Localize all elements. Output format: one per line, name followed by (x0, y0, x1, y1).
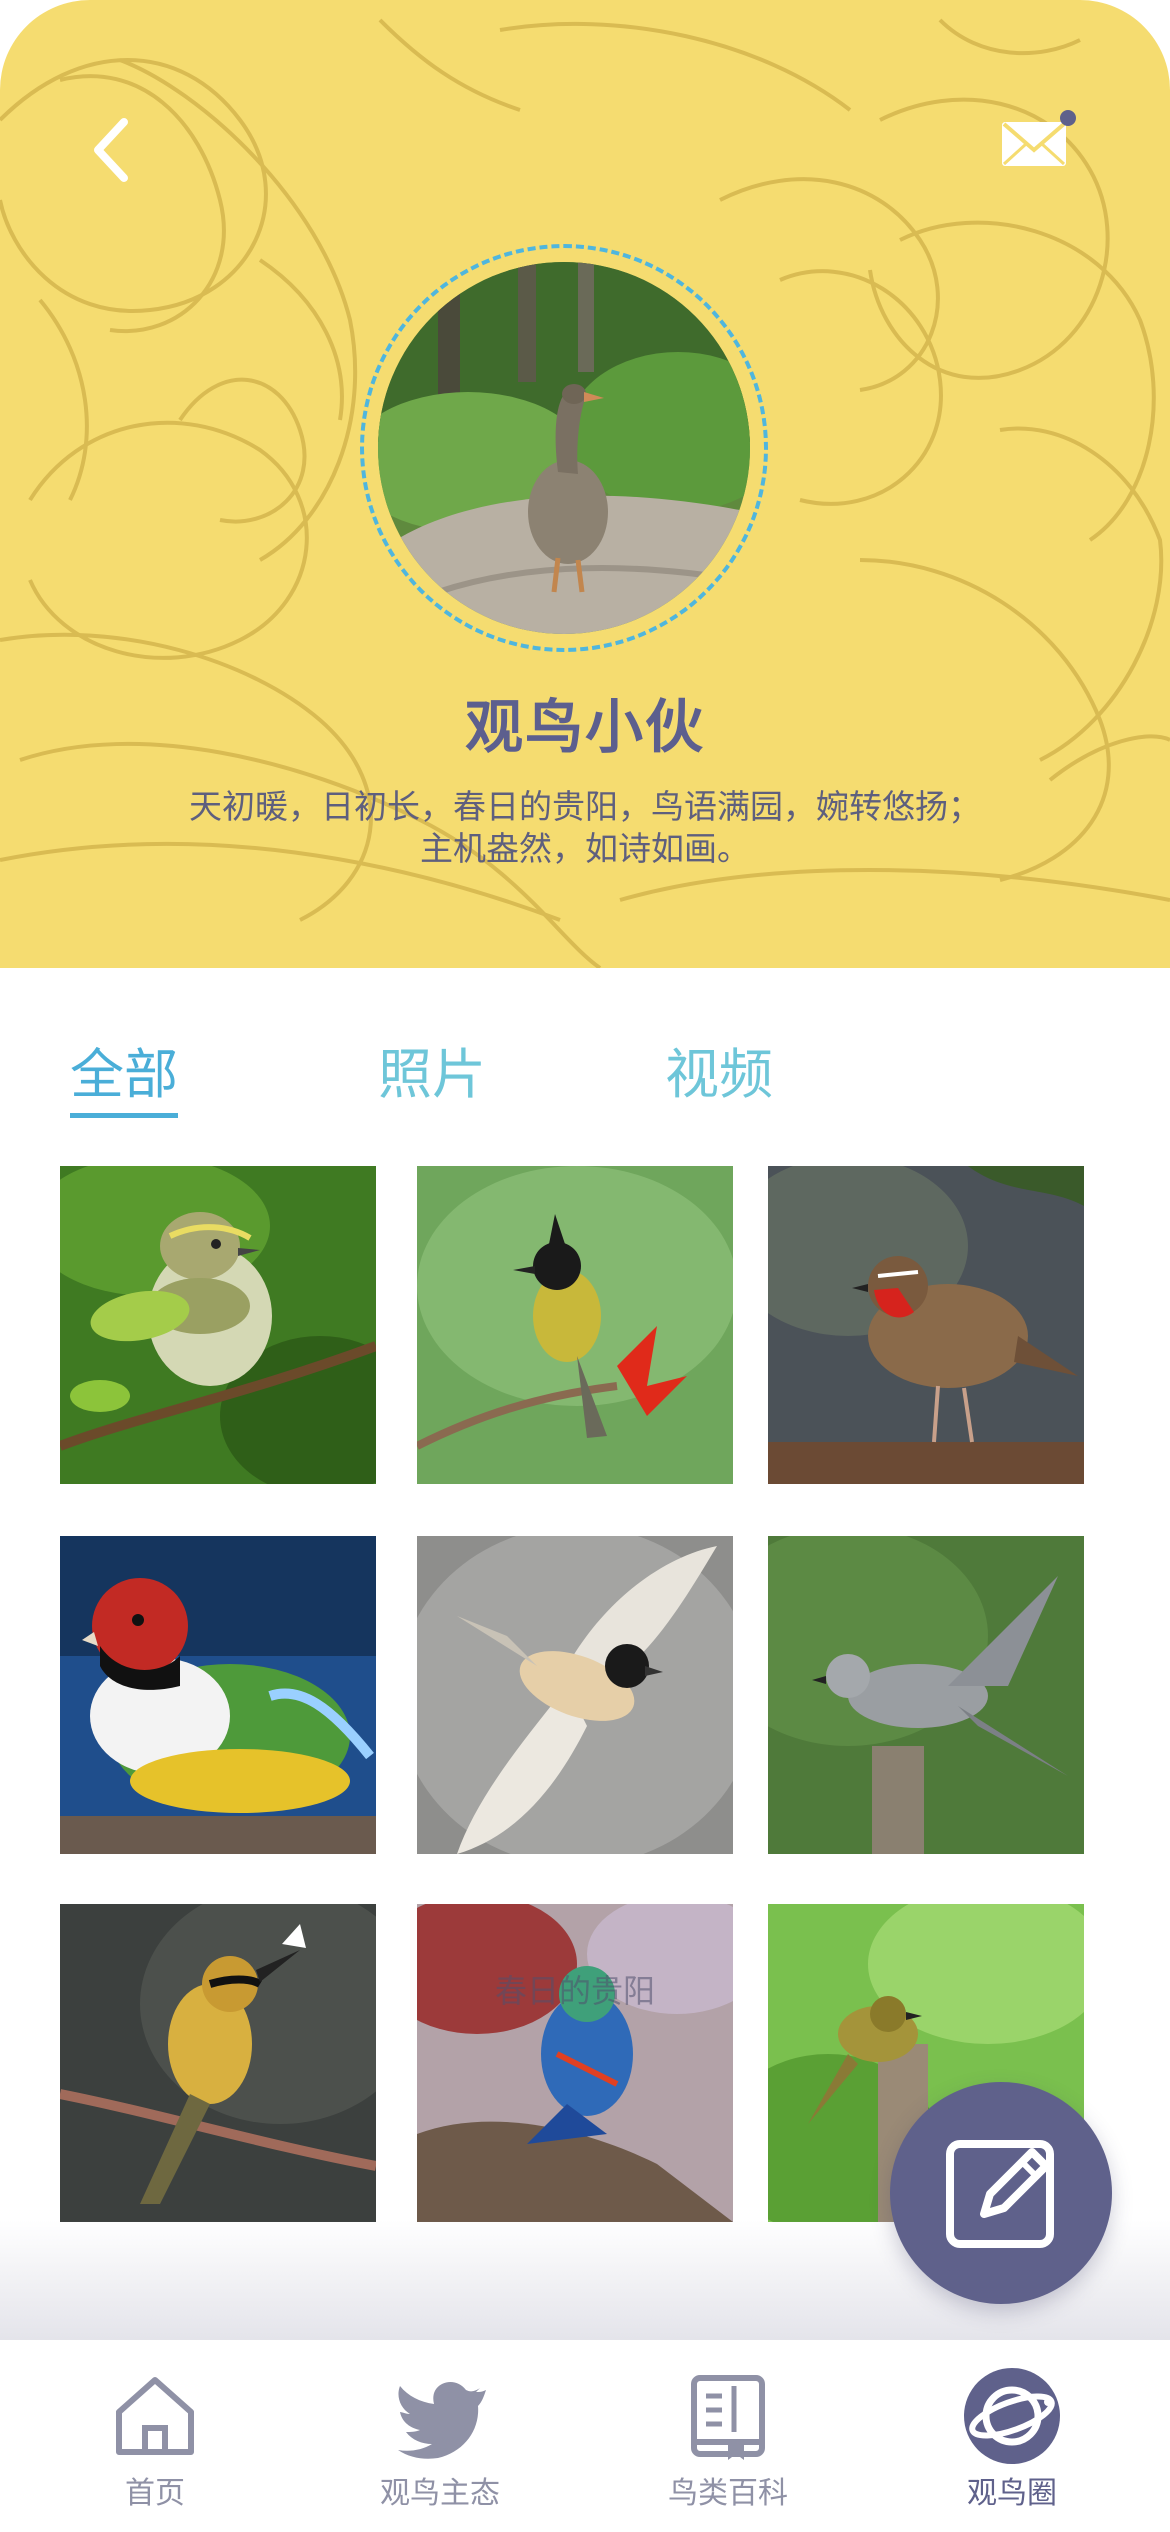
tab-bird-encyclopedia-label: 鸟类百科 (668, 2476, 788, 2511)
photo-tile[interactable] (768, 1166, 1084, 1484)
mail-icon[interactable] (996, 108, 1076, 178)
photo-tile[interactable]: 春日的贵阳 (417, 1904, 733, 2222)
photo-tile[interactable] (60, 1904, 376, 2222)
planet-icon (964, 2368, 1060, 2464)
photo-caption: 春日的贵阳 (494, 1972, 655, 2010)
tab-home[interactable]: 首页 (45, 2340, 265, 2532)
bottom-tab-bar: 首页 观鸟主态 鸟类百科 观鸟圈 (0, 2340, 1170, 2532)
compose-button[interactable] (890, 2082, 1112, 2304)
home-icon (116, 2377, 194, 2455)
tab-all[interactable]: 全部 (70, 1030, 178, 1118)
photo-tile[interactable] (417, 1166, 733, 1484)
photo-tile[interactable] (768, 1536, 1084, 1854)
tab-home-label: 首页 (125, 2476, 185, 2511)
profile-header: 观鸟小伙 天初暖，日初长，春日的贵阳，鸟语满园，婉转悠扬；主机盎然，如诗如画。 (0, 0, 1170, 968)
tab-photos[interactable]: 照片 (378, 1030, 486, 1109)
user-bio: 天初暖，日初长，春日的贵阳，鸟语满园，婉转悠扬；主机盎然，如诗如画。 (189, 787, 981, 868)
tab-videos[interactable]: 视频 (665, 1030, 773, 1109)
tab-birding-circle-label: 观鸟圈 (967, 2476, 1057, 2511)
tab-bird-encyclopedia[interactable]: 鸟类百科 (618, 2340, 838, 2532)
chevron-left-icon[interactable] (80, 110, 140, 190)
username: 观鸟小伙 (464, 693, 705, 761)
tab-bird-ecology[interactable]: 观鸟主态 (330, 2340, 550, 2532)
book-icon (691, 2375, 765, 2460)
tab-birding-circle[interactable]: 观鸟圈 (902, 2340, 1122, 2532)
avatar[interactable] (378, 262, 750, 634)
photo-tile[interactable] (60, 1536, 376, 1854)
bird-icon (398, 2382, 486, 2459)
photo-tile[interactable] (417, 1536, 733, 1854)
photo-tile[interactable] (60, 1166, 376, 1484)
content-tabs: 全部 照片 视频 (0, 1030, 1170, 1120)
edit-icon (946, 2140, 1054, 2248)
tab-bird-ecology-label: 观鸟主态 (380, 2476, 500, 2511)
